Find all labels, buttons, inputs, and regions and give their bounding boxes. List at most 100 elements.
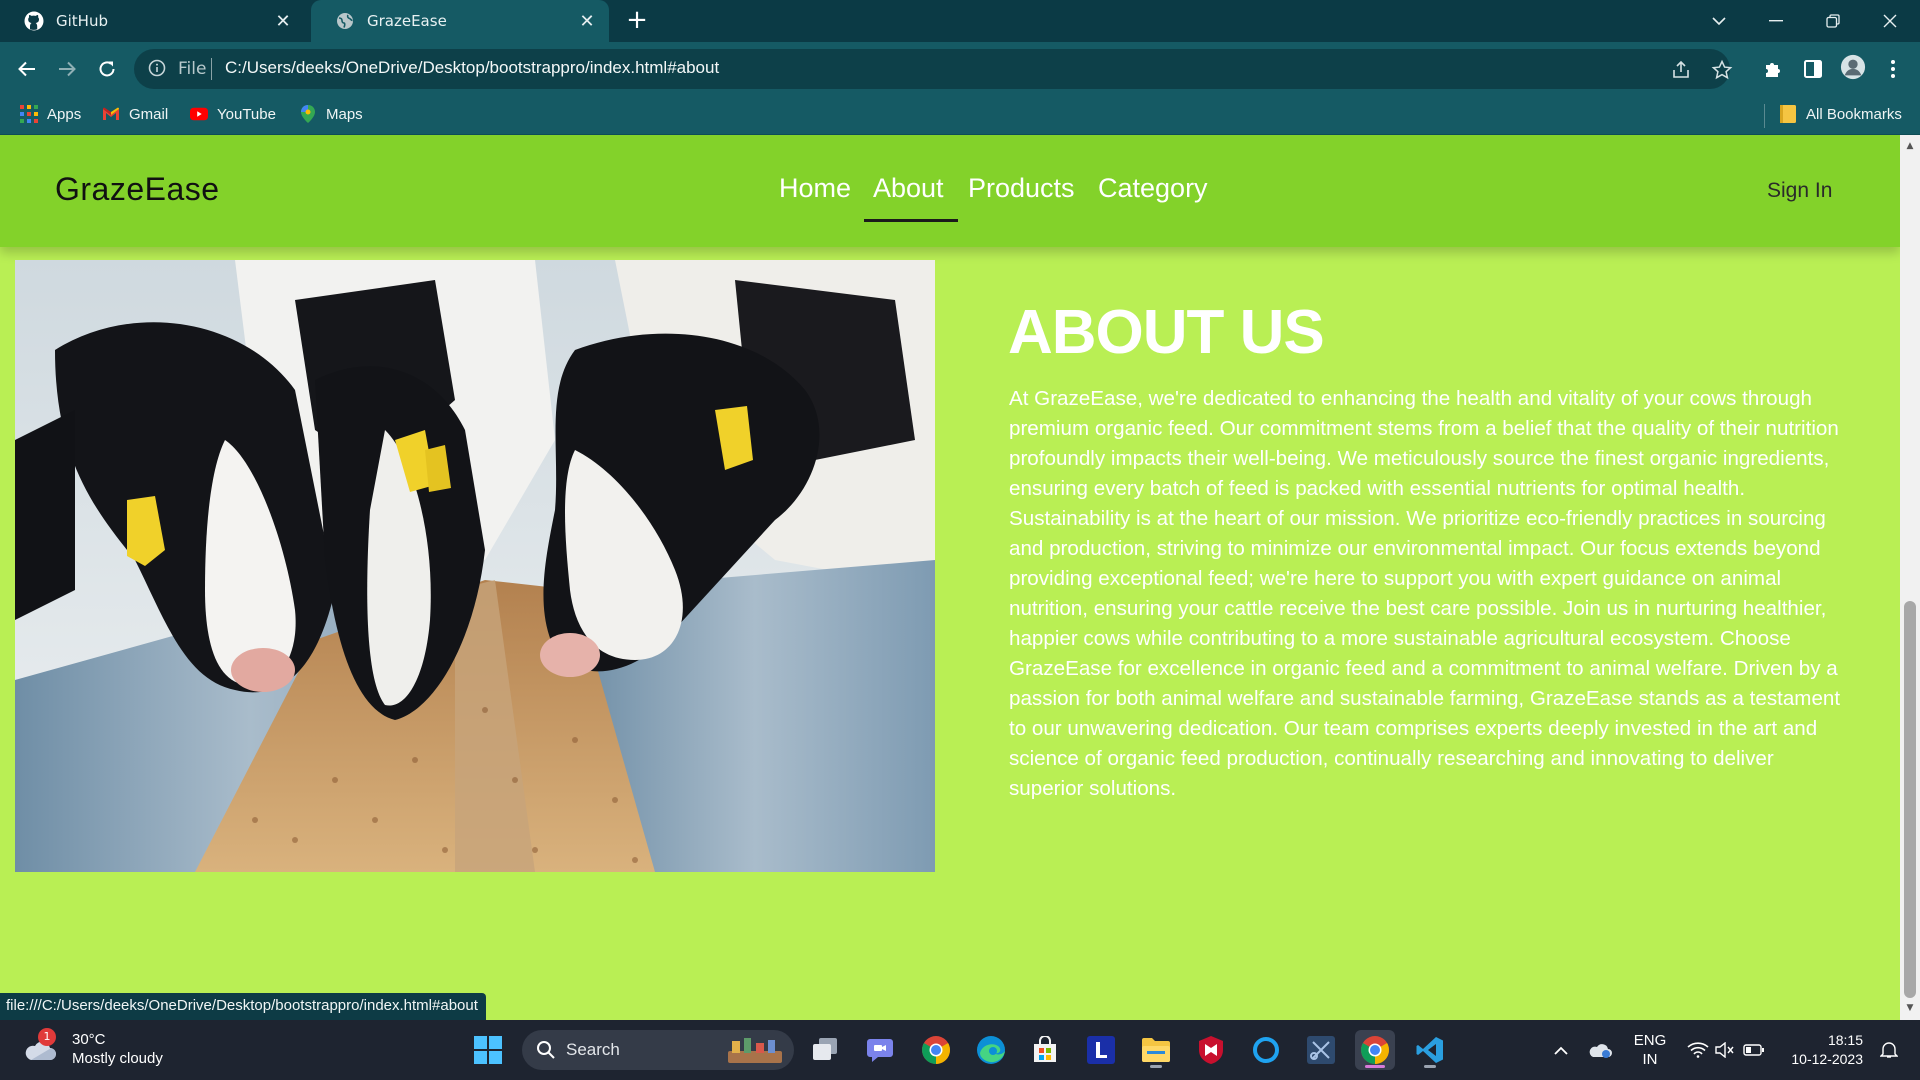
- cloud-weather-icon: 1: [22, 1028, 58, 1067]
- weather-desc: Mostly cloudy: [72, 1050, 163, 1067]
- globe-icon: [335, 11, 355, 31]
- about-heading: ABOUT US: [1008, 298, 1325, 367]
- clock-time: 18:15: [1827, 1032, 1863, 1048]
- battery-icon[interactable]: [1740, 1020, 1768, 1080]
- taskbar-search-box[interactable]: Search: [522, 1030, 794, 1070]
- restore-icon[interactable]: [1805, 0, 1861, 42]
- reload-icon[interactable]: [90, 52, 124, 86]
- app-running-indicator: [1424, 1065, 1436, 1068]
- github-icon: [24, 11, 44, 31]
- windows-start-icon[interactable]: [468, 1030, 508, 1070]
- edge-icon[interactable]: [971, 1030, 1011, 1070]
- bookmark-gmail[interactable]: Gmail: [102, 105, 168, 123]
- nav-link-home[interactable]: Home: [779, 173, 851, 204]
- all-bookmarks-folder[interactable]: All Bookmarks: [1779, 105, 1902, 123]
- bookmark-label: Apps: [47, 105, 82, 123]
- nav-link-category[interactable]: Category: [1098, 173, 1208, 204]
- task-view-icon[interactable]: [806, 1030, 846, 1070]
- file-explorer-icon[interactable]: [1136, 1030, 1176, 1070]
- cortana-icon[interactable]: [1246, 1030, 1286, 1070]
- notifications-icon[interactable]: [1874, 1020, 1904, 1080]
- l-app-icon[interactable]: [1081, 1030, 1121, 1070]
- weather-temp: 30°C: [72, 1031, 106, 1048]
- chrome-icon[interactable]: [916, 1030, 956, 1070]
- nav-link-about[interactable]: About: [873, 173, 944, 204]
- bookmark-star-icon[interactable]: [1711, 59, 1733, 81]
- bookmark-apps[interactable]: Apps: [20, 105, 81, 123]
- nav-link-products[interactable]: Products: [968, 173, 1075, 204]
- apps-grid-icon: [20, 105, 38, 123]
- search-label: Search: [566, 1040, 620, 1059]
- url-text[interactable]: C:/Users/deeks/OneDrive/Desktop/bootstra…: [225, 58, 719, 78]
- mcafee-shield-icon[interactable]: [1191, 1030, 1231, 1070]
- scrollbar-thumb[interactable]: [1904, 601, 1916, 998]
- site-navbar: GrazeEase Home About Products Category S…: [0, 135, 1900, 247]
- side-panel-icon[interactable]: [1800, 56, 1826, 82]
- browser-tab-strip: GitHub ✕ GrazeEase ✕ +: [0, 0, 1920, 42]
- nav-active-underline: [864, 219, 958, 222]
- app-running-indicator: [1365, 1065, 1385, 1068]
- bookmark-label: Gmail: [129, 105, 169, 123]
- back-arrow-icon[interactable]: [10, 52, 44, 86]
- app-running-indicator: [1150, 1065, 1162, 1068]
- speaker-muted-icon[interactable]: [1712, 1020, 1738, 1080]
- minimize-icon[interactable]: [1748, 0, 1804, 42]
- profile-avatar[interactable]: [1840, 54, 1866, 80]
- tab-grazeease[interactable]: GrazeEase ✕: [311, 0, 609, 42]
- maps-icon: [299, 105, 317, 123]
- new-tab-button[interactable]: +: [622, 6, 652, 36]
- bookmarks-divider: [1764, 104, 1765, 128]
- bookmark-label: All Bookmarks: [1806, 105, 1902, 123]
- tab-search-chevron-icon[interactable]: [1691, 0, 1747, 42]
- clock[interactable]: 18:15 10-12-2023: [1783, 1020, 1863, 1080]
- cows-feeding-image: [15, 260, 935, 872]
- url-scheme-label: File: [178, 59, 207, 79]
- weather-widget[interactable]: 1 30°C Mostly cloudy: [22, 1028, 163, 1068]
- bookmark-label: Maps: [326, 105, 363, 123]
- bookmark-youtube[interactable]: YouTube: [190, 105, 276, 123]
- teams-chat-icon[interactable]: [860, 1030, 900, 1070]
- wifi-icon[interactable]: [1684, 1020, 1712, 1080]
- folder-icon: [1779, 105, 1797, 123]
- search-highlight-icon: [726, 1035, 784, 1070]
- sign-in-link[interactable]: Sign In: [1767, 179, 1832, 203]
- extensions-puzzle-icon[interactable]: [1760, 56, 1786, 82]
- site-info-icon[interactable]: [148, 59, 168, 79]
- tab-github[interactable]: GitHub ✕: [0, 0, 305, 42]
- language-label: ENG: [1633, 1032, 1667, 1049]
- about-paragraph: At GrazeEase, we're dedicated to enhanci…: [1009, 387, 1841, 800]
- microsoft-store-icon[interactable]: [1025, 1030, 1065, 1070]
- browser-toolbar: File C:/Users/deeks/OneDrive/Desktop/boo…: [0, 42, 1920, 97]
- weather-text: 30°C Mostly cloudy: [72, 1030, 163, 1068]
- tab-title: GrazeEase: [367, 12, 447, 30]
- scroll-up-arrow-icon[interactable]: ▲: [1905, 141, 1915, 151]
- onedrive-sync-icon[interactable]: [1585, 1020, 1615, 1080]
- share-icon[interactable]: [1670, 59, 1692, 81]
- chrome-active-icon[interactable]: [1355, 1030, 1395, 1070]
- gmail-icon: [102, 105, 120, 123]
- address-bar[interactable]: File C:/Users/deeks/OneDrive/Desktop/boo…: [134, 49, 1733, 89]
- vscode-icon[interactable]: [1410, 1030, 1450, 1070]
- region-label: IN: [1642, 1051, 1658, 1068]
- web-page-viewport: GrazeEase Home About Products Category S…: [0, 135, 1900, 1020]
- language-indicator[interactable]: ENG IN: [1630, 1020, 1670, 1080]
- scroll-down-arrow-icon[interactable]: ▼: [1905, 1003, 1915, 1013]
- close-tab-icon[interactable]: ✕: [273, 11, 293, 32]
- bookmark-maps[interactable]: Maps: [299, 105, 363, 123]
- close-tab-icon[interactable]: ✕: [577, 11, 597, 32]
- bookmarks-bar: Apps Gmail YouTube Maps All Bookmarks: [0, 97, 1920, 135]
- clock-date: 10-12-2023: [1791, 1051, 1863, 1067]
- windows-taskbar: 1 30°C Mostly cloudy Search ENG IN 18:15…: [0, 1020, 1920, 1080]
- browser-menu-kebab-icon[interactable]: [1880, 56, 1906, 82]
- close-window-icon[interactable]: [1862, 0, 1918, 42]
- snipping-tool-icon[interactable]: [1301, 1030, 1341, 1070]
- link-status-bar: file:///C:/Users/deeks/OneDrive/Desktop/…: [0, 993, 486, 1020]
- tray-overflow-chevron-icon[interactable]: [1548, 1020, 1574, 1080]
- search-icon: [536, 1040, 556, 1060]
- page-scrollbar[interactable]: ▲ ▼: [1900, 135, 1920, 1020]
- weather-badge: 1: [38, 1028, 56, 1046]
- site-brand-logo[interactable]: GrazeEase: [55, 171, 220, 208]
- address-separator: [211, 58, 212, 80]
- bookmark-label: YouTube: [217, 105, 276, 123]
- forward-arrow-icon[interactable]: [50, 52, 84, 86]
